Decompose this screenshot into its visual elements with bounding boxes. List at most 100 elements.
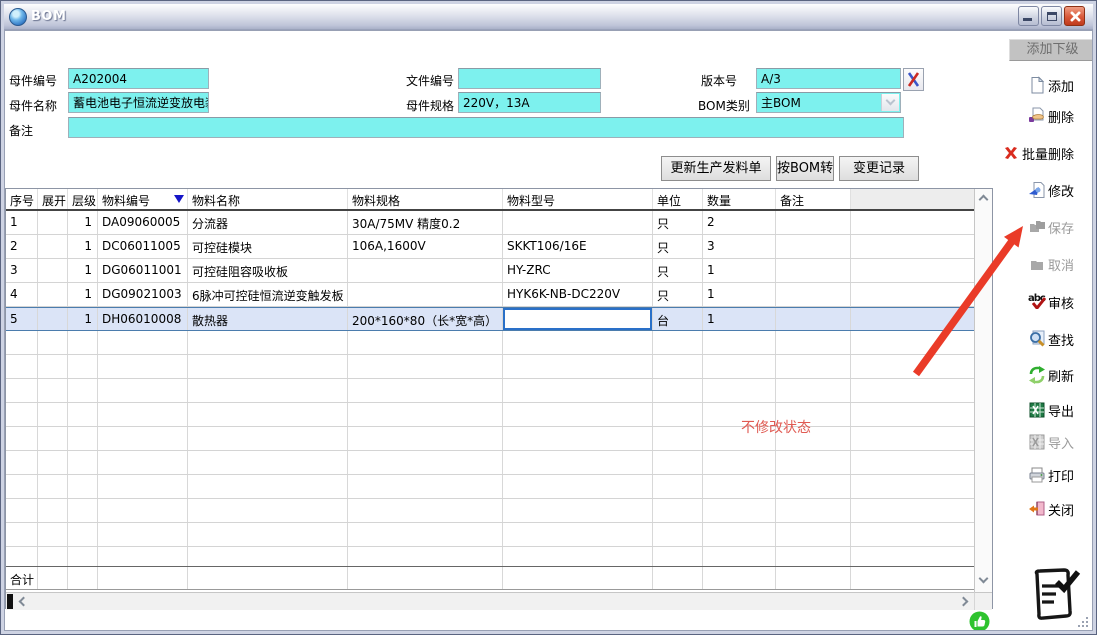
table-cell[interactable]	[348, 259, 503, 282]
close-window-button[interactable]: 关闭	[998, 497, 1078, 521]
table-cell[interactable]: DG09021003	[98, 283, 188, 306]
refresh-button[interactable]: 刷新	[998, 363, 1078, 387]
bom-type-select[interactable]: 主BOM	[756, 92, 901, 113]
doc-no-input[interactable]	[458, 68, 601, 89]
modify-button[interactable]: 修改	[998, 178, 1078, 202]
print-button[interactable]: 打印	[998, 463, 1078, 487]
minimize-button[interactable]	[1018, 6, 1039, 26]
version-input[interactable]: A/3	[756, 68, 901, 89]
column-header[interactable]: 物料规格	[348, 189, 503, 209]
table-cell[interactable]: 4	[6, 283, 38, 306]
table-cell[interactable]	[38, 283, 68, 306]
table-cell[interactable]: DH06010008	[98, 308, 188, 330]
table-cell[interactable]	[851, 259, 975, 282]
table-row[interactable]: 2 1 DC06011005 可控硅模块 106A,1600V SKKT106/16E 只 3	[6, 235, 975, 259]
update-production-slip-button[interactable]: 更新生产发料单	[661, 156, 771, 181]
vertical-scrollbar[interactable]	[974, 189, 992, 592]
table-cell[interactable]	[503, 211, 653, 234]
scroll-right-icon[interactable]	[958, 596, 969, 607]
table-cell[interactable]	[776, 283, 851, 306]
table-cell[interactable]: 可控硅阻容吸收板	[188, 259, 348, 282]
parent-no-input[interactable]: A202004	[68, 68, 209, 89]
table-cell[interactable]: SKKT106/16E	[503, 235, 653, 258]
table-cell[interactable]: 散热器	[188, 308, 348, 330]
table-cell[interactable]	[851, 283, 975, 306]
cancel-button[interactable]: 取消	[998, 252, 1078, 276]
table-cell[interactable]: 分流器	[188, 211, 348, 234]
batch-delete-button[interactable]: 批量删除	[998, 141, 1078, 165]
table-cell[interactable]: 2	[6, 235, 38, 258]
table-cell[interactable]: DA09060005	[98, 211, 188, 234]
dropdown-arrow-button[interactable]	[881, 94, 899, 111]
table-cell[interactable]: 1	[68, 235, 98, 258]
column-header[interactable]: 备注	[776, 189, 851, 209]
column-header[interactable]: 物料名称	[188, 189, 348, 209]
table-cell[interactable]: DG06011001	[98, 259, 188, 282]
scroll-left-icon[interactable]	[18, 596, 29, 607]
column-header[interactable]: 单位	[653, 189, 703, 209]
import-button[interactable]: 导入	[998, 430, 1078, 454]
table-cell[interactable]: 1	[68, 259, 98, 282]
column-header[interactable]: 展开	[38, 189, 68, 209]
table-row[interactable]: 3 1 DG06011001 可控硅阻容吸收板 HY-ZRC 只 1	[6, 259, 975, 283]
hscroll-thumb[interactable]	[7, 594, 13, 609]
audit-button[interactable]: abc 审核	[998, 290, 1078, 314]
add-child-button[interactable]: 添加下级	[1009, 39, 1092, 61]
add-button[interactable]: 添加	[998, 73, 1078, 97]
table-cell[interactable]	[776, 235, 851, 258]
table-cell[interactable]: 只	[653, 211, 703, 234]
table-cell[interactable]	[851, 308, 975, 330]
column-header[interactable]: 物料编号	[98, 189, 188, 209]
table-cell[interactable]: 只	[653, 259, 703, 282]
table-cell[interactable]	[348, 283, 503, 306]
delete-button[interactable]: 删除	[998, 104, 1078, 128]
table-cell[interactable]: 3	[6, 259, 38, 282]
table-row[interactable]: 1 1 DA09060005 分流器 30A/75MV 精度0.2 只 2	[6, 211, 975, 235]
horizontal-scrollbar[interactable]	[6, 592, 975, 610]
table-cell[interactable]: 只	[653, 235, 703, 258]
remark-input[interactable]	[68, 117, 904, 138]
table-cell[interactable]: 200*160*80（长*宽*高）	[348, 308, 503, 330]
table-cell[interactable]: 1	[68, 211, 98, 234]
change-log-button[interactable]: 变更记录	[839, 156, 919, 181]
column-header[interactable]: 数量	[703, 189, 776, 209]
table-cell[interactable]: DC06011005	[98, 235, 188, 258]
table-cell[interactable]: 1	[703, 283, 776, 306]
table-row[interactable]: 5 1 DH06010008 散热器 200*160*80（长*宽*高）台 1	[6, 307, 975, 331]
table-cell[interactable]: 30A/75MV 精度0.2	[348, 211, 503, 234]
table-cell[interactable]: 1	[703, 259, 776, 282]
table-cell[interactable]: 2	[703, 211, 776, 234]
column-header[interactable]: 层级	[68, 189, 98, 209]
table-cell[interactable]: 只	[653, 283, 703, 306]
close-button[interactable]	[1064, 6, 1085, 26]
column-header[interactable]: 物料型号	[503, 189, 653, 209]
table-cell[interactable]: 6脉冲可控硅恒流逆变触发板	[188, 283, 348, 306]
table-cell[interactable]: 可控硅模块	[188, 235, 348, 258]
table-cell[interactable]: 台	[653, 308, 703, 330]
table-cell[interactable]: HY-ZRC	[503, 259, 653, 282]
table-cell[interactable]: 1	[68, 283, 98, 306]
table-row[interactable]: 4 1 DG09021003 6脉冲可控硅恒流逆变触发板 HYK6K-NB-DC220V…	[6, 283, 975, 307]
bom-import-button[interactable]: 按BOM转入	[776, 156, 834, 181]
table-cell[interactable]	[38, 211, 68, 234]
table-cell[interactable]	[38, 259, 68, 282]
parent-spec-input[interactable]: 220V，13A	[458, 92, 601, 113]
scroll-down-icon[interactable]	[978, 573, 989, 584]
table-cell[interactable]: 1	[6, 211, 38, 234]
export-button[interactable]: 导出	[998, 398, 1078, 422]
table-cell[interactable]	[38, 235, 68, 258]
table-cell[interactable]: 106A,1600V	[348, 235, 503, 258]
table-cell[interactable]: 1	[68, 308, 98, 330]
parent-name-input[interactable]: 蓄电池电子恒流逆变放电装	[68, 92, 209, 113]
table-cell[interactable]	[776, 211, 851, 234]
column-header[interactable]	[851, 189, 975, 209]
table-cell[interactable]	[851, 211, 975, 234]
scroll-up-icon[interactable]	[978, 194, 989, 205]
table-cell[interactable]: 1	[703, 308, 776, 330]
table-cell[interactable]	[776, 259, 851, 282]
table-cell[interactable]: HYK6K-NB-DC220V	[503, 283, 653, 306]
table-cell[interactable]	[776, 308, 851, 330]
save-button[interactable]: 保存	[998, 215, 1078, 239]
version-edit-button[interactable]	[903, 68, 924, 91]
table-cell[interactable]: 3	[703, 235, 776, 258]
